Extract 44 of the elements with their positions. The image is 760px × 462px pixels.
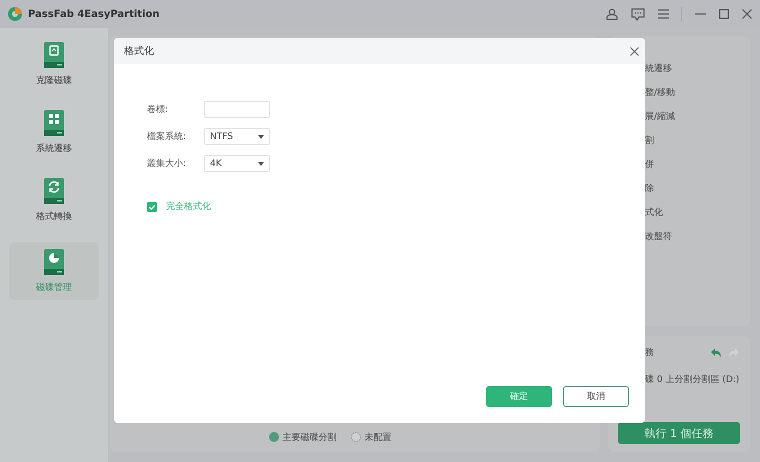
sidebar-item[interactable]: 系統遷移 [9, 106, 99, 158]
caret-icon [258, 162, 264, 166]
operation-item[interactable]: 併 [645, 158, 750, 172]
operation-item[interactable]: 式化 [645, 206, 750, 220]
operation-item[interactable]: 整/移動 [645, 86, 750, 100]
refresh-drive-icon [43, 178, 65, 204]
field-label: 檔案系統: [147, 130, 188, 143]
dropdown[interactable]: 4K [204, 155, 270, 172]
close-icon[interactable] [742, 9, 752, 19]
task-item: 碟 0 上分割分割區 (D:) [645, 374, 740, 386]
legend-label: 未配置 [364, 432, 392, 444]
copy-drive-icon [43, 42, 65, 68]
operation-item[interactable]: 割 [645, 134, 750, 148]
checkbox[interactable] [147, 202, 157, 212]
cancel-button[interactable]: 取消 [563, 386, 629, 407]
user-icon[interactable] [606, 8, 618, 20]
checkbox-label: 完全格式化 [166, 200, 211, 213]
sidebar-item[interactable]: 格式轉換 [9, 174, 99, 226]
dialog-title: 格式化 [124, 44, 154, 58]
sidebar-item[interactable]: 克隆磁碟 [9, 38, 99, 90]
maximize-icon[interactable] [719, 9, 729, 19]
operation-item[interactable]: 除 [645, 182, 750, 196]
field-label: 卷標: [147, 104, 170, 116]
operation-item[interactable]: 展/縮減 [645, 110, 750, 124]
operation-item[interactable]: 改盤符 [645, 230, 750, 244]
field-label: 叢集大小: [147, 158, 188, 170]
input-field[interactable] [204, 101, 270, 118]
undo-icon[interactable] [710, 348, 721, 358]
pie-drive-icon [43, 248, 65, 274]
window-title: PassFab 4EasyPartition [28, 8, 160, 20]
menu-icon[interactable] [658, 9, 669, 19]
dropdown[interactable]: NTFS [204, 128, 270, 145]
legend-label: 主要磁碟分割 [282, 432, 336, 444]
chat-icon[interactable] [631, 8, 645, 20]
operation-item[interactable]: 統遷移 [645, 62, 750, 76]
caret-icon [258, 134, 264, 138]
execute-button[interactable]: 執行 1 個任務 [618, 422, 740, 444]
panel-title: 務 [645, 346, 654, 359]
legend-dot-icon [268, 432, 278, 442]
close-icon[interactable] [630, 46, 639, 56]
grid-drive-icon [43, 110, 65, 136]
minimize-icon[interactable] [695, 13, 706, 15]
legend-pattern-icon [350, 432, 360, 442]
logo-icon [7, 6, 23, 22]
